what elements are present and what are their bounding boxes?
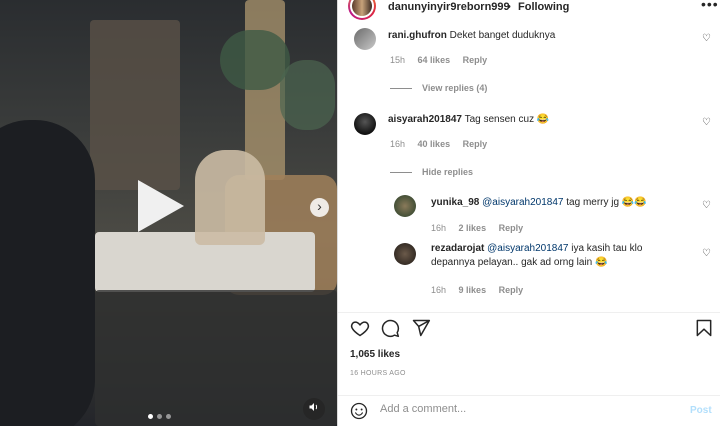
- author-avatar[interactable]: [348, 0, 376, 20]
- reply-avatar[interactable]: [394, 195, 416, 217]
- post-comment-button[interactable]: Post: [690, 405, 712, 416]
- comment-text: aisyarah201847 Tag sensen cuz 😂: [388, 113, 688, 127]
- video-frame-wall: [90, 20, 180, 190]
- hide-replies-toggle[interactable]: Hide replies: [390, 167, 473, 177]
- comment-like-heart-icon[interactable]: ♡: [702, 33, 711, 44]
- view-replies-toggle[interactable]: View replies (4): [390, 83, 487, 93]
- reply-likes[interactable]: 9 likes: [459, 285, 487, 295]
- comment-meta: 16h 40 likes Reply: [390, 139, 497, 149]
- comment-text: rani.ghufron Deket banget duduknya: [388, 29, 688, 43]
- reply-reply-button[interactable]: Reply: [499, 223, 524, 233]
- actions-divider: [338, 312, 720, 313]
- post-sidebar: danunyinyir9reborn999 • Following ••• ra…: [338, 0, 720, 426]
- post-header: danunyinyir9reborn999 • Following •••: [338, 0, 720, 24]
- comment-body: Deket banget duduknya: [449, 30, 556, 41]
- reply-mention-link[interactable]: @aisyarah201847: [482, 197, 563, 208]
- reply-meta: 16h 2 likes Reply: [431, 223, 533, 233]
- bookmark-icon[interactable]: [694, 318, 714, 338]
- view-replies-label: View replies (4): [422, 83, 488, 93]
- comment-like-heart-icon[interactable]: ♡: [702, 117, 711, 128]
- video-frame-pillar: [245, 0, 285, 180]
- reply-mention-link[interactable]: @aisyarah201847: [487, 243, 568, 254]
- comment-input-divider: [338, 395, 720, 396]
- reply-reply-button[interactable]: Reply: [499, 285, 524, 295]
- comments-list: rani.ghufron Deket banget duduknya ♡ 15h…: [338, 24, 720, 304]
- commenter-avatar[interactable]: [354, 28, 376, 50]
- reply-text: rezadarojat @aisyarah201847 iya kasih ta…: [431, 242, 661, 270]
- comment-reply-button[interactable]: Reply: [463, 139, 488, 149]
- comment-body: Tag sensen cuz 😂: [464, 114, 550, 125]
- reply-text: yunika_98 @aisyarah201847 tag merry jg 😂…: [431, 196, 701, 210]
- volume-icon[interactable]: [303, 398, 325, 420]
- comment-icon[interactable]: [380, 318, 400, 338]
- reply-avatar[interactable]: [394, 243, 416, 265]
- reply-username[interactable]: rezadarojat: [431, 243, 484, 254]
- comment-meta: 15h 64 likes Reply: [390, 55, 497, 65]
- heart-icon[interactable]: [350, 318, 370, 338]
- carousel-dot: [148, 414, 153, 419]
- following-button[interactable]: Following: [518, 1, 569, 13]
- carousel-dot: [157, 414, 162, 419]
- reply-body: tag merry jg 😂😂: [566, 197, 647, 208]
- hide-replies-label: Hide replies: [422, 167, 474, 177]
- reply-time: 16h: [431, 223, 447, 233]
- comment-likes[interactable]: 64 likes: [418, 55, 451, 65]
- comment-time: 16h: [390, 139, 406, 149]
- reply-like-heart-icon[interactable]: ♡: [702, 248, 711, 259]
- reply-time: 16h: [431, 285, 447, 295]
- commenter-avatar[interactable]: [354, 113, 376, 135]
- chevron-right-icon[interactable]: ›: [310, 198, 329, 217]
- play-icon[interactable]: [138, 180, 184, 232]
- comment-time: 15h: [390, 55, 406, 65]
- author-username[interactable]: danunyinyir9reborn999: [388, 1, 510, 13]
- header-separator: •: [507, 1, 511, 13]
- video-frame-person: [195, 150, 265, 245]
- carousel-dots: [148, 414, 171, 419]
- carousel-dot: [166, 414, 171, 419]
- likes-count[interactable]: 1,065 likes: [350, 349, 400, 360]
- comment-username[interactable]: rani.ghufron: [388, 30, 447, 41]
- video-frame-floor: [95, 290, 337, 426]
- reply-likes[interactable]: 2 likes: [459, 223, 487, 233]
- emoji-icon[interactable]: [350, 402, 368, 420]
- comment-username[interactable]: aisyarah201847: [388, 114, 462, 125]
- video-frame-plant-right: [280, 60, 335, 130]
- post-date[interactable]: 16 HOURS AGO: [350, 370, 406, 377]
- reply-like-heart-icon[interactable]: ♡: [702, 200, 711, 211]
- comment-likes[interactable]: 40 likes: [418, 139, 451, 149]
- post-video[interactable]: ›: [0, 0, 337, 426]
- share-icon[interactable]: [411, 318, 431, 338]
- add-comment-input[interactable]: [380, 403, 670, 415]
- reply-username[interactable]: yunika_98: [431, 197, 479, 208]
- video-frame-foreground: [0, 120, 95, 426]
- reply-meta: 16h 9 likes Reply: [431, 285, 533, 295]
- comment-reply-button[interactable]: Reply: [463, 55, 488, 65]
- more-horizontal-icon[interactable]: •••: [701, 0, 719, 12]
